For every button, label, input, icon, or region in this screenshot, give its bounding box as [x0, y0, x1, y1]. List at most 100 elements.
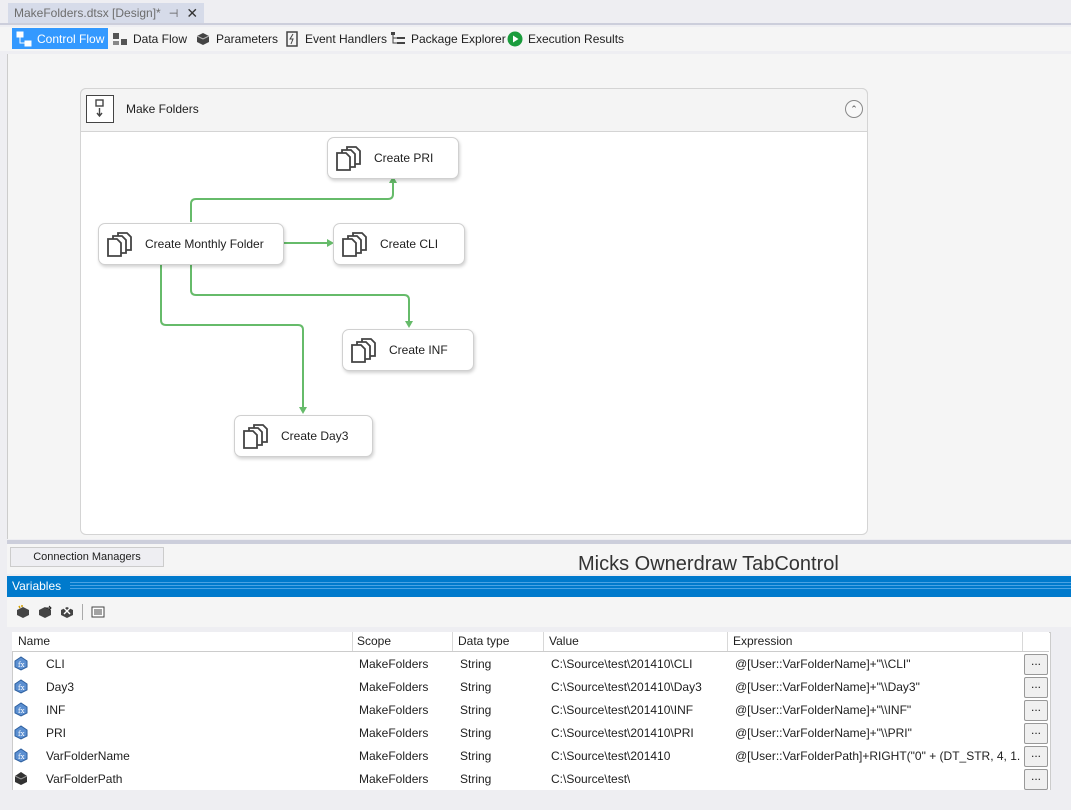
- file-system-task-icon: [351, 337, 377, 363]
- variable-name[interactable]: VarFolderPath: [46, 772, 122, 786]
- variables-toolbar: [7, 597, 1071, 627]
- sequence-container[interactable]: [80, 88, 868, 535]
- variable-scope: MakeFolders: [359, 680, 429, 694]
- variable-expression[interactable]: @[User::VarFolderName]+"\\INF": [735, 703, 1020, 717]
- expression-builder-button[interactable]: ...: [1024, 677, 1048, 698]
- column-divider[interactable]: [543, 632, 544, 651]
- panel-footer: [0, 790, 1071, 810]
- tab-label: Data Flow: [133, 31, 188, 46]
- variable-value[interactable]: C:\Source\test\201410\CLI: [551, 657, 692, 671]
- variable-data-type[interactable]: String: [460, 726, 491, 740]
- variable-expression[interactable]: @[User::VarFolderName]+"\\CLI": [735, 657, 1020, 671]
- variable-data-type[interactable]: String: [460, 657, 491, 671]
- task-label: Create INF: [389, 343, 448, 357]
- tab-event-handlers[interactable]: Event Handlers: [280, 28, 391, 49]
- tab-parameters[interactable]: Parameters: [191, 28, 282, 49]
- title-bar-grip: [70, 582, 1071, 591]
- table-row[interactable]: fx VarFolderName MakeFolders String C:\S…: [12, 745, 1049, 768]
- column-header-value[interactable]: Value: [549, 634, 579, 648]
- column-divider[interactable]: [1022, 632, 1023, 651]
- column-header-data-type[interactable]: Data type: [458, 634, 509, 648]
- column-header-expression[interactable]: Expression: [733, 634, 792, 648]
- expression-variable-icon: fx: [14, 702, 28, 717]
- control-flow-icon: [16, 31, 32, 47]
- variable-data-type[interactable]: String: [460, 749, 491, 763]
- document-tab[interactable]: MakeFolders.dtsx [Design]* ⊣ ✕: [8, 3, 205, 23]
- variable-data-type[interactable]: String: [460, 703, 491, 717]
- file-system-task-icon: [243, 423, 269, 449]
- column-divider[interactable]: [727, 632, 728, 651]
- delete-variable-icon[interactable]: [60, 605, 74, 619]
- column-divider[interactable]: [352, 632, 353, 651]
- svg-text:fx: fx: [18, 730, 25, 738]
- parameters-icon: [195, 31, 211, 47]
- expression-builder-button[interactable]: ...: [1024, 769, 1048, 790]
- add-variable-icon[interactable]: [16, 605, 30, 619]
- task-label: Create PRI: [374, 151, 434, 165]
- tab-execution-results[interactable]: Execution Results: [503, 28, 628, 49]
- collapse-button[interactable]: ⌃: [845, 100, 863, 118]
- task-create-pri[interactable]: Create PRI: [327, 137, 459, 179]
- sequence-container-icon: [86, 95, 114, 123]
- variable-name[interactable]: INF: [46, 703, 65, 717]
- variable-expression[interactable]: @[User::VarFolderName]+"\\PRI": [735, 726, 1020, 740]
- column-header-scope[interactable]: Scope: [357, 634, 391, 648]
- variable-value[interactable]: C:\Source\test\201410: [551, 749, 670, 763]
- task-create-cli[interactable]: Create CLI: [333, 223, 465, 265]
- expression-builder-button[interactable]: ...: [1024, 700, 1048, 721]
- tab-package-explorer[interactable]: Package Explorer: [386, 28, 510, 49]
- task-label: Create Day3: [281, 429, 349, 443]
- table-row[interactable]: fx INF MakeFolders String C:\Source\test…: [12, 699, 1049, 722]
- variable-name[interactable]: Day3: [46, 680, 74, 694]
- file-system-task-icon: [342, 231, 368, 257]
- variable-value[interactable]: C:\Source\test\201410\INF: [551, 703, 693, 717]
- variable-data-type[interactable]: String: [460, 772, 491, 786]
- task-create-day3[interactable]: Create Day3: [234, 415, 373, 457]
- task-create-inf[interactable]: Create INF: [342, 329, 474, 371]
- connection-managers-tab[interactable]: Connection Managers: [10, 547, 164, 567]
- event-handlers-icon: [284, 30, 300, 47]
- tab-label: Execution Results: [528, 31, 625, 46]
- variable-value[interactable]: C:\Source\test\201410\Day3: [551, 680, 702, 694]
- close-icon[interactable]: ✕: [186, 5, 198, 22]
- expression-builder-button[interactable]: ...: [1024, 654, 1048, 675]
- column-header-name[interactable]: Name: [18, 634, 50, 648]
- variable-value[interactable]: C:\Source\test\: [551, 772, 630, 786]
- connection-managers-area: [7, 544, 1071, 574]
- execution-results-icon: [507, 31, 523, 47]
- grid-options-icon[interactable]: [91, 605, 105, 619]
- table-row[interactable]: VarFolderPath MakeFolders String C:\Sour…: [12, 768, 1049, 791]
- column-divider[interactable]: [452, 632, 453, 651]
- container-title: Make Folders: [126, 102, 199, 116]
- variable-scope: MakeFolders: [359, 657, 429, 671]
- move-variable-icon[interactable]: [38, 605, 52, 619]
- svg-text:fx: fx: [18, 707, 25, 715]
- variable-name[interactable]: PRI: [46, 726, 66, 740]
- expression-builder-button[interactable]: ...: [1024, 723, 1048, 744]
- table-row[interactable]: fx CLI MakeFolders String C:\Source\test…: [12, 653, 1049, 676]
- table-row[interactable]: fx PRI MakeFolders String C:\Source\test…: [12, 722, 1049, 745]
- task-create-monthly-folder[interactable]: Create Monthly Folder: [98, 223, 284, 265]
- pin-icon[interactable]: ⊣: [169, 7, 179, 20]
- expression-variable-icon: fx: [14, 748, 28, 763]
- variable-name[interactable]: CLI: [46, 657, 65, 671]
- expression-builder-button[interactable]: ...: [1024, 746, 1048, 767]
- svg-text:fx: fx: [18, 661, 25, 669]
- variable-expression[interactable]: @[User::VarFolderPath]+RIGHT("0" + (DT_S…: [735, 749, 1020, 763]
- file-system-task-icon: [107, 231, 133, 257]
- document-tab-title: MakeFolders.dtsx [Design]*: [14, 6, 161, 20]
- task-label: Create CLI: [380, 237, 439, 251]
- tab-data-flow[interactable]: Data Flow: [108, 28, 191, 49]
- designer-tab-bar: Control Flow Data Flow Parameters Event …: [0, 27, 1071, 51]
- variable-scope: MakeFolders: [359, 772, 429, 786]
- variable-data-type[interactable]: String: [460, 680, 491, 694]
- tab-control-flow[interactable]: Control Flow: [12, 28, 109, 49]
- variable-scope: MakeFolders: [359, 726, 429, 740]
- variable-name[interactable]: VarFolderName: [46, 749, 130, 763]
- variable-expression[interactable]: @[User::VarFolderName]+"\\Day3": [735, 680, 1020, 694]
- table-row[interactable]: fx Day3 MakeFolders String C:\Source\tes…: [12, 676, 1049, 699]
- variable-value[interactable]: C:\Source\test\201410\PRI: [551, 726, 694, 740]
- file-system-task-icon: [336, 145, 362, 171]
- tab-label: Event Handlers: [305, 31, 388, 46]
- tab-label: Control Flow: [37, 31, 105, 46]
